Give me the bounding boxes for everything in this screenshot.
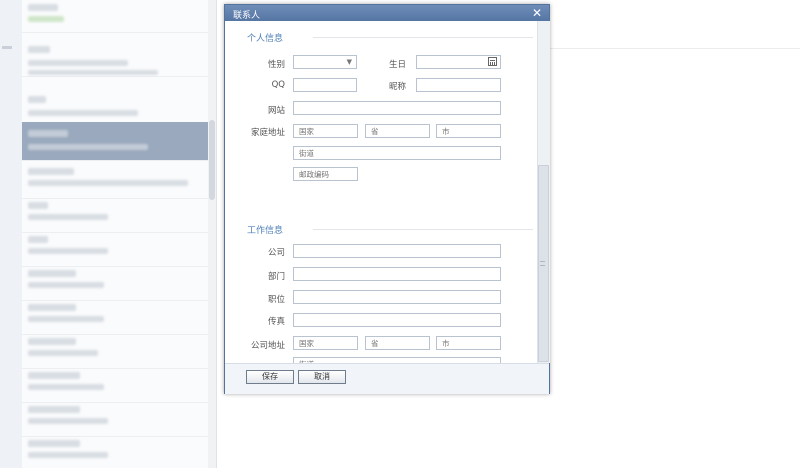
home-city-input[interactable] — [436, 124, 501, 138]
list-scrollbar[interactable] — [208, 0, 217, 468]
fax-label: 传真 — [267, 317, 285, 327]
work-country-input[interactable] — [293, 336, 358, 350]
content-divider — [548, 48, 800, 49]
list-item[interactable] — [22, 0, 208, 33]
home-street-input[interactable] — [293, 146, 501, 160]
list-item[interactable] — [22, 366, 208, 403]
contact-list — [22, 0, 209, 468]
department-label: 部门 — [267, 272, 285, 282]
list-item[interactable] — [22, 400, 208, 437]
company-label: 公司 — [267, 248, 285, 258]
nickname-input[interactable] — [416, 78, 501, 92]
list-item[interactable] — [22, 40, 208, 77]
list-item[interactable] — [22, 434, 208, 468]
list-item[interactable] — [22, 332, 208, 369]
fax-input[interactable] — [293, 313, 501, 327]
close-icon[interactable]: ✕ — [532, 6, 542, 20]
list-item[interactable] — [22, 196, 208, 233]
work-city-input[interactable] — [436, 336, 501, 350]
scroll-grip-icon — [540, 261, 545, 266]
list-item[interactable] — [22, 298, 208, 335]
home-zip-input[interactable] — [293, 167, 358, 181]
work-province-input[interactable] — [365, 336, 430, 350]
calendar-icon[interactable] — [488, 57, 497, 66]
company-address-label: 公司地址 — [250, 341, 285, 351]
position-label: 职位 — [267, 295, 285, 305]
department-input[interactable] — [293, 267, 501, 281]
dialog-title: 联系人 — [233, 11, 261, 21]
cancel-button[interactable]: 取消 — [298, 370, 346, 384]
website-label: 网站 — [267, 106, 285, 116]
list-item[interactable] — [22, 230, 208, 267]
list-item[interactable] — [22, 88, 208, 125]
list-item[interactable] — [22, 264, 208, 301]
list-item-selected[interactable] — [22, 122, 208, 161]
nickname-label: 昵称 — [388, 82, 406, 92]
website-input[interactable] — [293, 101, 501, 115]
position-input[interactable] — [293, 290, 501, 304]
list-item[interactable] — [22, 162, 208, 199]
section-title-personal: 个人信息 — [247, 34, 284, 44]
section-title-work: 工作信息 — [247, 226, 284, 236]
qq-label: QQ — [271, 80, 285, 90]
nav-marker — [2, 46, 12, 49]
home-address-label: 家庭地址 — [250, 128, 285, 138]
birthday-label: 生日 — [388, 60, 406, 70]
company-input[interactable] — [293, 244, 501, 258]
birthday-date-field[interactable] — [416, 55, 501, 69]
save-button[interactable]: 保存 — [246, 370, 294, 384]
contact-dialog: 联系人 ✕ 个人信息 性别 ▼ 生日 QQ 昵称 网站 家庭地址 工作信息 公司… — [224, 4, 550, 394]
dialog-form: 个人信息 性别 ▼ 生日 QQ 昵称 网站 家庭地址 工作信息 公司 部门 职位… — [225, 21, 537, 363]
section-divider — [313, 37, 533, 38]
list-scrollbar-thumb[interactable] — [209, 120, 215, 200]
home-province-input[interactable] — [365, 124, 430, 138]
dialog-title-bar[interactable]: 联系人 ✕ — [225, 5, 549, 21]
home-country-input[interactable] — [293, 124, 358, 138]
left-nav-strip — [0, 0, 23, 468]
gender-label: 性别 — [267, 60, 285, 70]
section-divider — [313, 229, 533, 230]
